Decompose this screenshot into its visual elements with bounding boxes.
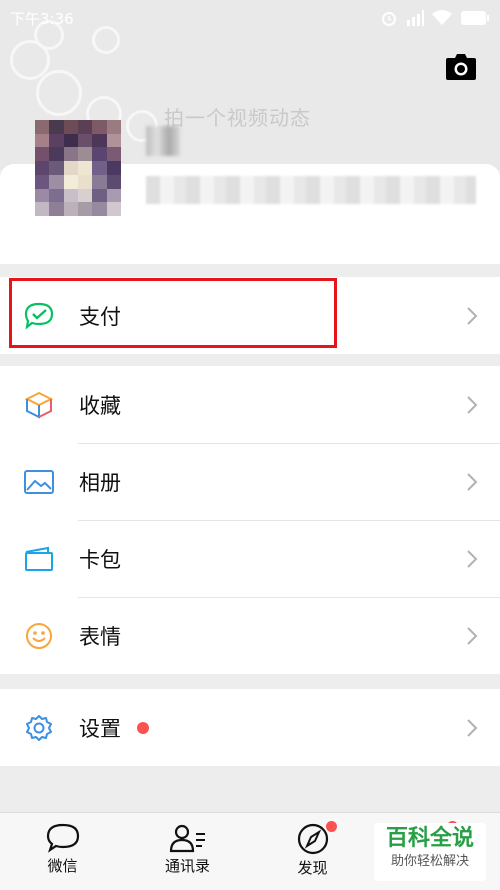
chevron-right-icon: [467, 626, 478, 645]
settings-section: 设置: [0, 689, 500, 766]
watermark-logo: 百科全说 助你轻松解决: [374, 823, 486, 881]
watermark-subtitle: 助你轻松解决: [390, 854, 469, 869]
compass-icon: [297, 823, 328, 855]
menu-label-cards: 卡包: [79, 547, 121, 572]
tab-chats[interactable]: 微信: [0, 813, 125, 890]
wechat-id-blurred: [146, 176, 476, 204]
wifi-icon: [432, 10, 452, 25]
highlight-box: [9, 278, 337, 348]
chevron-right-icon: [467, 472, 478, 491]
decor-bubble: [36, 70, 82, 116]
status-time: 下午3:36: [10, 9, 74, 28]
album-picture-icon: [24, 467, 54, 497]
chevron-right-icon: [467, 395, 478, 414]
menu-label-album: 相册: [79, 470, 121, 495]
tab-label-chats: 微信: [47, 857, 78, 875]
menu-item-cards[interactable]: 卡包: [0, 520, 500, 597]
signal-icon: [407, 10, 424, 26]
alarm-icon: [382, 12, 396, 26]
chevron-right-icon: [467, 306, 478, 325]
tab-discover[interactable]: 发现: [250, 813, 375, 890]
camera-icon[interactable]: [446, 54, 476, 80]
tab-label-contacts: 通讯录: [164, 857, 210, 875]
status-icons: [380, 9, 490, 27]
status-bar: 下午3:36: [0, 0, 500, 36]
menu-item-stickers[interactable]: 表情: [0, 597, 500, 674]
tab-contacts[interactable]: 通讯录: [125, 813, 250, 890]
avatar[interactable]: [35, 120, 121, 216]
menu-label-settings: 设置: [79, 716, 121, 741]
contacts-icon: [169, 824, 205, 853]
tab-label-discover: 发现: [297, 859, 328, 877]
nickname-blurred: [146, 126, 180, 156]
card-wallet-icon: [24, 544, 54, 574]
discover-notification-dot: [326, 821, 337, 832]
favorites-cube-icon: [24, 390, 54, 420]
menu-label-stickers: 表情: [79, 624, 121, 649]
menu-item-settings[interactable]: 设置: [0, 689, 500, 766]
moment-hint-text: 拍一个视频动态: [164, 106, 311, 130]
gear-icon: [24, 713, 54, 743]
menu-item-album[interactable]: 相册: [0, 443, 500, 520]
chevron-right-icon: [467, 549, 478, 568]
features-section: 收藏 相册 卡包 表情: [0, 366, 500, 674]
menu-item-favorites[interactable]: 收藏: [0, 366, 500, 443]
sticker-smile-icon: [24, 621, 54, 651]
battery-icon: [461, 11, 489, 25]
menu-label-favorites: 收藏: [79, 393, 121, 418]
chevron-right-icon: [467, 718, 478, 737]
watermark-title: 百科全说: [385, 826, 474, 851]
settings-notification-dot: [137, 721, 149, 734]
chat-bubble-icon: [46, 823, 79, 853]
